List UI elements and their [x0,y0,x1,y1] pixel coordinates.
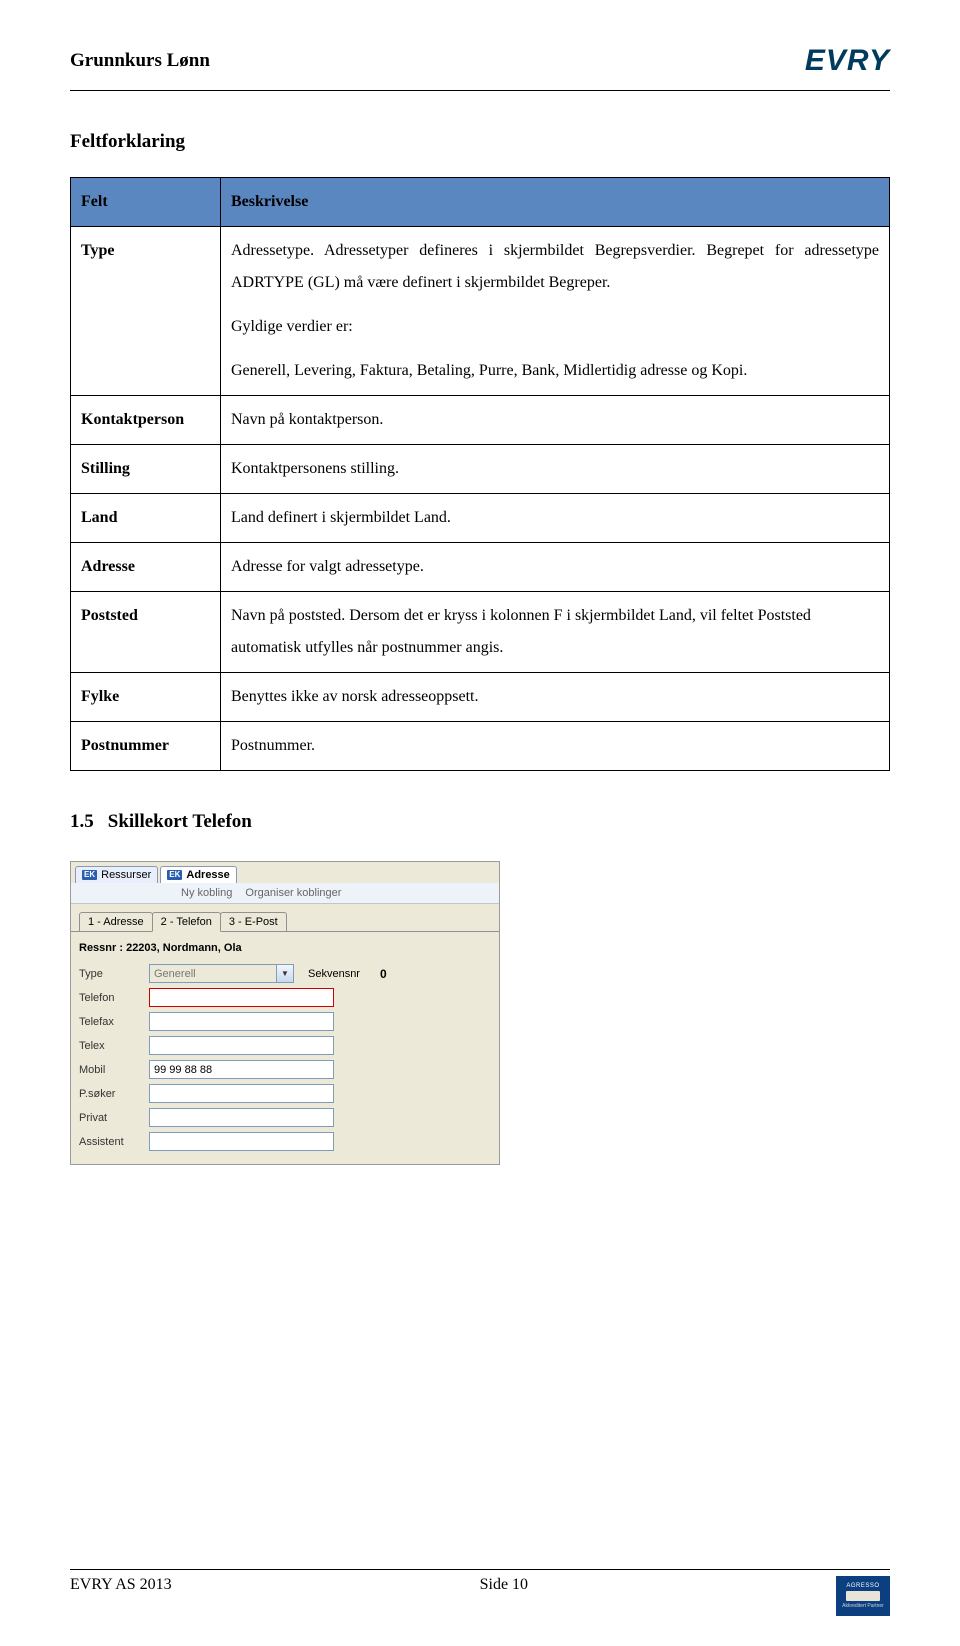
footer-left: EVRY AS 2013 [70,1576,172,1594]
tab-adresse[interactable]: EK Adresse [160,866,237,883]
type-para-1: Adressetype. Adressetyper defineres i sk… [231,235,879,299]
app-screenshot: EK Ressurser EK Adresse Ny kobling Organ… [70,861,500,1165]
doc-title: Grunnkurs Lønn [70,50,210,72]
row-label-stilling: Stilling [71,445,221,494]
form-row-psoker: P.søker [79,1084,491,1103]
row-label-fylke: Fylke [71,673,221,722]
subsection-heading: 1.5 Skillekort Telefon [70,811,890,833]
tab-ressurser[interactable]: EK Ressurser [75,866,158,883]
tab-label: Ressurser [101,869,151,881]
label-psoker: P.søker [79,1088,149,1100]
agresso-logo-bar [846,1591,880,1601]
subsection-number: 1.5 [70,811,94,832]
psoker-input[interactable] [149,1084,334,1103]
type-dropdown[interactable] [149,964,277,983]
table-row: Land Land definert i skjermbildet Land. [71,494,890,543]
form-row-type: Type ▼ Sekvensnr 0 [79,964,491,983]
table-row: Kontaktperson Navn på kontaktperson. [71,396,890,445]
row-label-poststed: Poststed [71,592,221,673]
form-row-privat: Privat [79,1108,491,1127]
footer-right: Side 10 [480,1576,528,1594]
label-telex: Telex [79,1040,149,1052]
sub-tabstrip: 1 - Adresse 2 - Telefon 3 - E-Post [71,904,499,931]
mobil-input[interactable] [149,1060,334,1079]
privat-input[interactable] [149,1108,334,1127]
label-sekvensnr: Sekvensnr [308,968,368,980]
row-label-adresse: Adresse [71,543,221,592]
table-row: Adresse Adresse for valgt adressetype. [71,543,890,592]
table-row: Fylke Benyttes ikke av norsk adresseopps… [71,673,890,722]
form-row-mobil: Mobil [79,1060,491,1079]
row-desc-land: Land definert i skjermbildet Land. [221,494,890,543]
tab-label: Adresse [186,869,229,881]
form-row-assistent: Assistent [79,1132,491,1151]
row-desc-kontaktperson: Navn på kontaktperson. [221,396,890,445]
toolbar-ny-kobling[interactable]: Ny kobling [181,887,232,899]
row-label-type: Type [71,227,221,396]
toolbar-organiser-koblinger[interactable]: Organiser koblinger [245,887,341,899]
table-row: Stilling Kontaktpersonens stilling. [71,445,890,494]
agresso-logo: AGRESSO Akkreditert Partner [836,1576,890,1616]
label-telefon: Telefon [79,992,149,1004]
agresso-logo-text: AGRESSO [846,1583,879,1589]
field-definition-table: Felt Beskrivelse Type Adressetype. Adres… [70,177,890,771]
page-header: Grunnkurs Lønn EVRY [70,50,890,91]
subsection-title: Skillekort Telefon [108,811,252,832]
row-desc-stilling: Kontaktpersonens stilling. [221,445,890,494]
agresso-logo-sub: Akkreditert Partner [842,1603,884,1609]
table-row: Poststed Navn på poststed. Dersom det er… [71,592,890,673]
row-desc-type: Adressetype. Adressetyper defineres i sk… [221,227,890,396]
table-row: Postnummer Postnummer. [71,722,890,771]
col-header-beskrivelse: Beskrivelse [221,178,890,227]
top-tabstrip: EK Ressurser EK Adresse [71,862,499,883]
label-assistent: Assistent [79,1136,149,1148]
form-area: Ressnr : 22203, Nordmann, Ola Type ▼ Sek… [71,931,499,1164]
row-label-postnummer: Postnummer [71,722,221,771]
form-row-telex: Telex [79,1036,491,1055]
label-privat: Privat [79,1112,149,1124]
table-row: Type Adressetype. Adressetyper defineres… [71,227,890,396]
toolbar: Ny kobling Organiser koblinger [71,883,499,904]
assistent-input[interactable] [149,1132,334,1151]
sekvensnr-value: 0 [380,967,387,981]
row-label-land: Land [71,494,221,543]
form-row-telefon: Telefon [79,988,491,1007]
subtab-telefon[interactable]: 2 - Telefon [152,912,221,932]
ressnr-label: Ressnr : 22203, Nordmann, Ola [79,942,491,954]
label-telefax: Telefax [79,1016,149,1028]
subtab-adresse[interactable]: 1 - Adresse [79,912,153,931]
evry-logo: EVRY [805,44,890,78]
chevron-down-icon[interactable]: ▼ [277,964,294,983]
ek-icon: EK [167,870,182,880]
section-title: Feltforklaring [70,131,890,153]
telefon-input[interactable] [149,988,334,1007]
row-desc-fylke: Benyttes ikke av norsk adresseoppsett. [221,673,890,722]
ek-icon: EK [82,870,97,880]
label-type: Type [79,968,149,980]
type-para-3: Generell, Levering, Faktura, Betaling, P… [231,355,879,387]
form-row-telefax: Telefax [79,1012,491,1031]
row-desc-poststed: Navn på poststed. Dersom det er kryss i … [221,592,890,673]
row-desc-postnummer: Postnummer. [221,722,890,771]
label-mobil: Mobil [79,1064,149,1076]
type-para-2: Gyldige verdier er: [231,311,879,343]
subtab-epost[interactable]: 3 - E-Post [220,912,287,931]
telex-input[interactable] [149,1036,334,1055]
row-desc-adresse: Adresse for valgt adressetype. [221,543,890,592]
row-label-kontaktperson: Kontaktperson [71,396,221,445]
telefax-input[interactable] [149,1012,334,1031]
page-footer: EVRY AS 2013 Side 10 AGRESSO Akkreditert… [70,1569,890,1616]
col-header-felt: Felt [71,178,221,227]
